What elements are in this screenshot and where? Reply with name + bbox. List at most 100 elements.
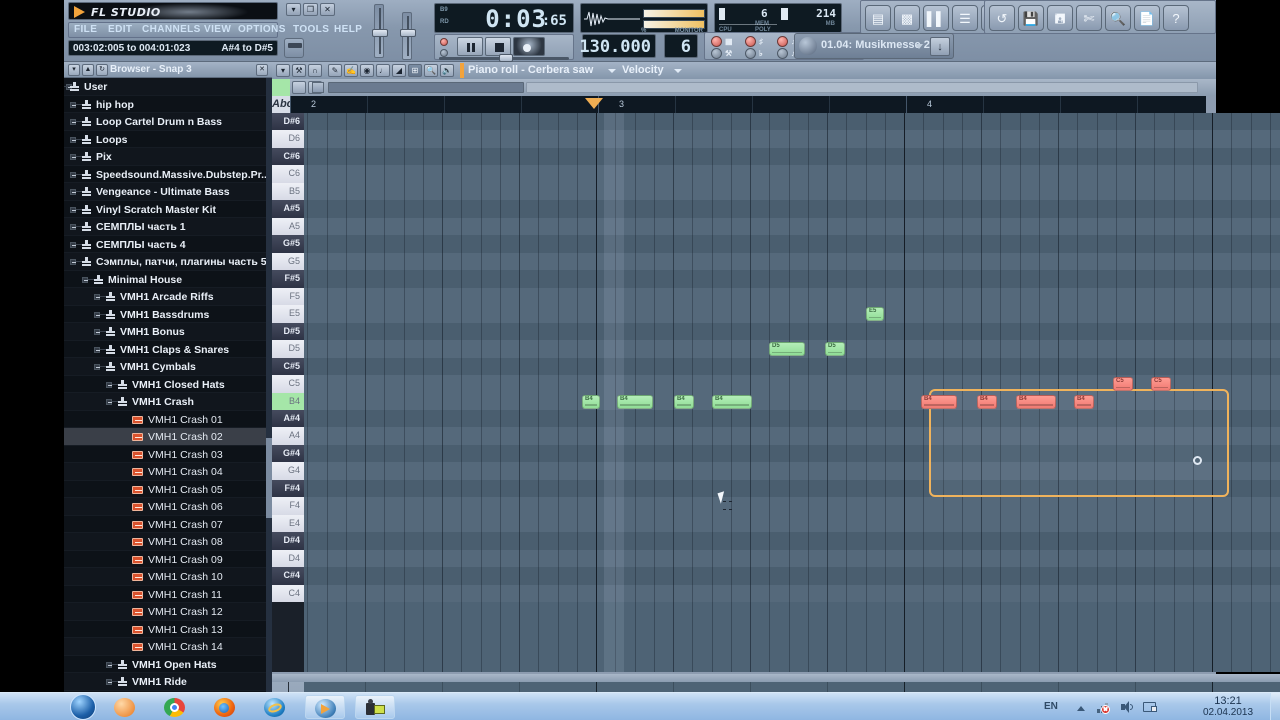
- scroll-left-icon[interactable]: [312, 82, 324, 93]
- browser-file-item[interactable]: VMH1 Crash 02: [64, 428, 266, 446]
- piano-key-D5[interactable]: D5: [272, 340, 304, 358]
- title-chevron-down-icon[interactable]: [608, 69, 616, 73]
- horizontal-zoom-bar[interactable]: [328, 82, 524, 93]
- browser-folder-item[interactable]: Сэмплы, патчи, плагины часть 5: [64, 253, 266, 271]
- taskbar-item-chrome[interactable]: [155, 695, 195, 719]
- metronome-led[interactable]: [745, 48, 756, 59]
- project-selector[interactable]: 01.04: Musikmesse 2013 ↓: [794, 33, 954, 59]
- timeline-ruler[interactable]: 2 3 4: [290, 96, 1206, 113]
- piano-key-Fsharp4[interactable]: F#4: [272, 479, 304, 498]
- browser-folder-item[interactable]: VMH1 Crash: [64, 393, 266, 411]
- menu-edit[interactable]: EDIT: [108, 24, 132, 35]
- browser-refresh-button[interactable]: ↻: [96, 64, 108, 76]
- master-volume-fader[interactable]: [400, 12, 416, 60]
- expand-toggle-icon[interactable]: [70, 154, 76, 160]
- expand-toggle-icon[interactable]: [94, 329, 100, 335]
- piano-key-Asharp5[interactable]: A#5: [272, 200, 304, 218]
- slice-icon[interactable]: ◢: [392, 64, 406, 77]
- browser-file-item[interactable]: VMH1 Crash 10: [64, 568, 266, 586]
- browser-file-item[interactable]: VMH1 Crash 13: [64, 620, 266, 638]
- browser-file-item[interactable]: VMH1 Crash 08: [64, 533, 266, 551]
- menu-file[interactable]: FILE: [74, 24, 97, 35]
- window-restore-button[interactable]: ❐: [303, 3, 318, 16]
- save-button[interactable]: 🖪: [1047, 5, 1073, 31]
- playback-icon[interactable]: 🔊: [440, 64, 454, 77]
- browser-file-item[interactable]: VMH1 Crash 01: [64, 410, 266, 428]
- master-pitch-fader[interactable]: [372, 4, 388, 58]
- browser-folder-item[interactable]: VMH1 Cymbals: [64, 358, 266, 376]
- expand-toggle-icon[interactable]: [70, 119, 76, 125]
- piano-key-E4[interactable]: E4: [272, 514, 304, 533]
- piano-key-A5[interactable]: A5: [272, 217, 304, 236]
- mute-icon[interactable]: ♩: [376, 64, 390, 77]
- piano-roll-note[interactable]: B4: [712, 394, 752, 409]
- network-icon[interactable]: [1096, 700, 1110, 714]
- piano-key-A4[interactable]: A4: [272, 427, 304, 445]
- piano-key-Gsharp5[interactable]: G#5: [272, 235, 304, 253]
- expand-toggle-icon[interactable]: [70, 206, 76, 213]
- browser-folder-item[interactable]: User: [64, 78, 266, 96]
- expand-toggle-icon[interactable]: [70, 136, 76, 143]
- taskbar-item-internet-explorer[interactable]: [255, 695, 295, 719]
- song-mode-led[interactable]: [440, 49, 448, 57]
- playlist-button[interactable]: ▤: [865, 5, 891, 31]
- download-button[interactable]: ↓: [930, 37, 950, 56]
- expand-toggle-icon[interactable]: [94, 311, 100, 318]
- delete-icon[interactable]: ◉: [360, 64, 374, 77]
- draw-icon[interactable]: ✎: [328, 64, 342, 77]
- browser-folder-item[interactable]: Loops: [64, 130, 266, 148]
- wait-for-input-led[interactable]: [777, 36, 788, 47]
- song-position-slider[interactable]: [439, 54, 569, 62]
- piano-key-Fsharp5[interactable]: F#5: [272, 270, 304, 288]
- paint-icon[interactable]: ✍: [344, 64, 358, 77]
- browser-file-item[interactable]: VMH1 Crash 14: [64, 638, 266, 656]
- browser-file-item[interactable]: VMH1 Crash 04: [64, 463, 266, 481]
- browser-menu-button[interactable]: ▾: [68, 64, 80, 76]
- piano-key-Dsharp4[interactable]: D#4: [272, 532, 304, 550]
- piano-key-G4[interactable]: G4: [272, 462, 304, 480]
- menu-channels[interactable]: CHANNELS: [142, 24, 201, 35]
- browser-file-item[interactable]: VMH1 Crash 06: [64, 498, 266, 516]
- velocity-editor-splitter[interactable]: [272, 674, 1280, 682]
- browser-folder-item[interactable]: Pix: [64, 148, 266, 166]
- show-desktop-button[interactable]: [1270, 693, 1280, 720]
- expand-toggle-icon[interactable]: [70, 224, 76, 230]
- piano-key-C6[interactable]: C6: [272, 165, 304, 183]
- expand-toggle-icon[interactable]: [70, 189, 76, 195]
- start-button[interactable]: [70, 694, 96, 720]
- browser-folder-item[interactable]: VMH1 Bassdrums: [64, 305, 266, 323]
- horizontal-scroll-bar[interactable]: [526, 82, 1198, 93]
- piano-key-G5[interactable]: G5: [272, 252, 304, 271]
- control-selector-label[interactable]: Velocity: [622, 64, 664, 76]
- piano-roll-note[interactable]: B4: [977, 394, 997, 409]
- browser-file-item[interactable]: VMH1 Crash 11: [64, 585, 266, 603]
- browser-file-item[interactable]: VMH1 Crash 12: [64, 603, 266, 621]
- browser-close-button[interactable]: ✕: [256, 64, 268, 76]
- quantize-icon[interactable]: [292, 81, 306, 94]
- browser-folder-item[interactable]: VMH1 Closed Hats: [64, 375, 266, 393]
- piano-key-E5[interactable]: E5: [272, 305, 304, 323]
- taskbar-item-firefox[interactable]: [205, 695, 245, 719]
- help-button[interactable]: ?: [1163, 5, 1189, 31]
- song-position-handle[interactable]: [499, 54, 513, 62]
- piano-keyboard[interactable]: D#6 D6 C#6 C6 B5 A#5 A5 G#5 G5 F#5 F5 E5 D#5 D5 C#5 C5 B…: [272, 113, 304, 672]
- expand-toggle-icon[interactable]: [82, 276, 88, 283]
- snap-icon[interactable]: ∩: [308, 64, 322, 77]
- pattern-mode-led[interactable]: [440, 38, 448, 46]
- expand-toggle-icon[interactable]: [70, 171, 76, 178]
- piano-key-C4[interactable]: C4: [272, 584, 304, 603]
- menu-view[interactable]: VIEW: [204, 24, 231, 35]
- browser-folder-item[interactable]: Speedsound.Massive.Dubstep.Pr...: [64, 165, 266, 183]
- browser-folder-item[interactable]: VMH1 Open Hats: [64, 655, 266, 673]
- piano-roll-button[interactable]: ▌▌: [923, 5, 949, 31]
- piano-key-B5[interactable]: B5: [272, 182, 304, 201]
- browser-folder-item[interactable]: Loop Cartel Drum n Bass: [64, 113, 266, 131]
- piano-roll-menu-button[interactable]: ▾: [276, 64, 290, 77]
- piano-roll-note[interactable]: B4: [582, 394, 600, 409]
- browser-folder-item[interactable]: VMH1 Bonus: [64, 323, 266, 341]
- countdown-led[interactable]: [777, 48, 788, 59]
- piano-key-Dsharp5[interactable]: D#5: [272, 322, 304, 341]
- browser-folder-item[interactable]: Minimal House: [64, 270, 266, 288]
- expand-toggle-icon[interactable]: [70, 241, 76, 248]
- expand-toggle-icon[interactable]: [70, 101, 76, 108]
